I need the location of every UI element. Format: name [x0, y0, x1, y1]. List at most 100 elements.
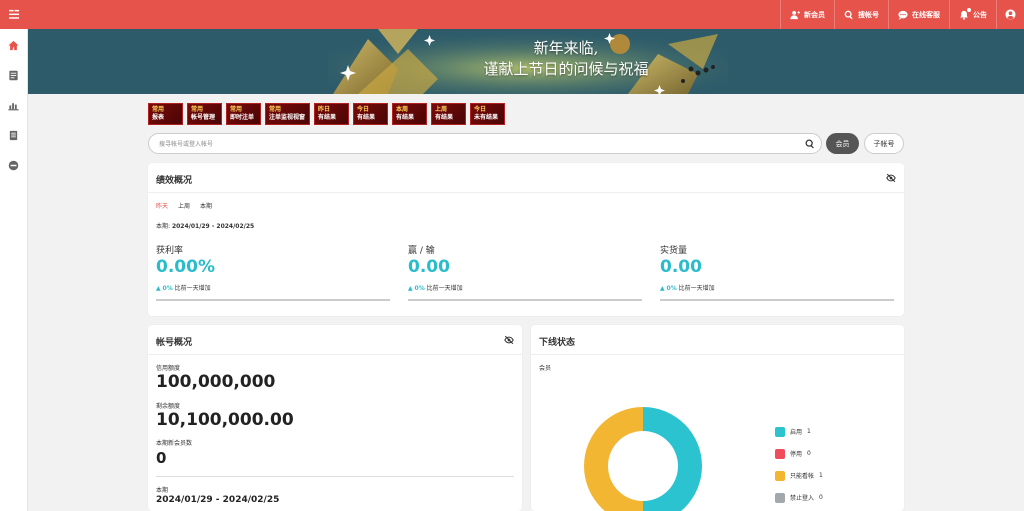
metric-progress-bar: [660, 299, 894, 301]
online-support-button[interactable]: 在线客服: [888, 0, 949, 29]
legend-swatch: [775, 492, 785, 503]
new-member-button[interactable]: 新会员: [780, 0, 834, 29]
performance-card-header: 绩效概况: [148, 163, 904, 193]
quick-button-report[interactable]: 常用 报表: [148, 103, 183, 125]
quick-button-today-settled[interactable]: 今日 有结果: [353, 103, 388, 125]
metric-change-text: 比前一天增加: [678, 285, 715, 292]
legend-item[interactable]: 停用 0: [775, 448, 823, 459]
downline-title: 下线状态: [539, 338, 576, 348]
legend-item[interactable]: 禁止登入 0: [775, 492, 823, 503]
downline-status-card: 下线状态 会员 启用 1 停用 0 只能看帐 1 禁止登入 0: [531, 325, 904, 511]
holiday-banner: 新年来临, 谨献上节日的问候与祝福: [28, 29, 1024, 94]
quick-button-live-bets[interactable]: 常用 即时注单: [226, 103, 261, 125]
period-label: 本期:: [156, 223, 171, 230]
legend-item[interactable]: 只能看帐 1: [775, 470, 823, 481]
account-divider: [156, 476, 514, 477]
chart-icon[interactable]: [8, 100, 19, 111]
new-members-value: 0: [156, 449, 167, 467]
account-period-label: 本期: [156, 487, 169, 494]
legend-label: 禁止登入: [790, 495, 815, 502]
quick-button-last-week-settled[interactable]: 上周 有结果: [431, 103, 466, 125]
metric-change-text: 比前一天增加: [174, 285, 211, 292]
legend-swatch: [775, 448, 785, 459]
tab-this-period[interactable]: 本期: [200, 201, 212, 210]
downline-card-header: 下线状态: [531, 325, 904, 355]
quick-button-tag: 昨日: [318, 106, 331, 113]
quick-button-tag: 常用: [191, 106, 204, 113]
account-period-range: 2024/01/29 - 2024/02/25: [156, 495, 280, 505]
legend-swatch: [775, 470, 785, 481]
legend-count: 1: [819, 472, 823, 479]
metric-profit-rate: 获利率 0.00% ▲ 0% 比前一天增加: [156, 243, 390, 301]
top-bar: 新会员 搜帐号 在线客服 公告: [0, 0, 1024, 29]
period-tabs: 昨天 上周 本期: [156, 201, 222, 210]
legend-count: 1: [807, 428, 811, 435]
remaining-balance-value: 10,100,000.00: [156, 410, 294, 430]
member-status-donut-chart: [584, 407, 702, 511]
announcement-button[interactable]: 公告: [949, 0, 996, 29]
quick-button-label: 注单监视视窗: [269, 114, 306, 121]
metric-progress-bar: [156, 299, 390, 301]
quick-button-label: 报表: [152, 114, 165, 121]
quick-button-label: 有结果: [396, 114, 415, 121]
remaining-balance-label: 剩余额度: [156, 403, 181, 410]
quick-access-bar: 常用 报表 常用 帐号管理 常用 即时注单 常用 注单监视视窗 昨日 有结果 今日 有结果 …: [148, 103, 509, 125]
quick-button-tag: 本周: [396, 106, 409, 113]
sub-account-toggle-button[interactable]: 子帐号: [864, 133, 904, 154]
quick-button-bet-monitor[interactable]: 常用 注单监视视窗: [265, 103, 310, 125]
account-card-header: 帐号概况: [148, 325, 522, 355]
metric-label: 赢 / 输: [408, 246, 435, 256]
metric-change-value: 0%: [162, 285, 173, 292]
search-icon[interactable]: [805, 139, 815, 149]
new-members-label: 本期新会员数: [156, 440, 193, 447]
tab-yesterday[interactable]: 昨天: [156, 201, 168, 210]
add-user-icon: [790, 10, 800, 19]
tab-last-week[interactable]: 上周: [178, 201, 190, 210]
metric-change: ▲ 0% 比前一天增加: [408, 283, 642, 292]
quick-button-label: 有结果: [435, 114, 454, 121]
quick-button-tag: 今日: [474, 106, 487, 113]
metric-win-loss: 赢 / 输 0.00 ▲ 0% 比前一天增加: [408, 243, 642, 301]
donut-slice-2[interactable]: [584, 407, 643, 511]
downline-member-label: 会员: [539, 365, 552, 372]
account-search-input[interactable]: [159, 138, 759, 150]
quick-button-this-week-settled[interactable]: 本周 有结果: [392, 103, 427, 125]
member-toggle-button[interactable]: 会员: [826, 133, 859, 154]
new-member-label: 新会员: [804, 10, 825, 19]
notification-dot: [967, 8, 971, 12]
quick-button-account-management[interactable]: 常用 帐号管理: [187, 103, 222, 125]
quick-button-tag: 上周: [435, 106, 448, 113]
credit-limit-label: 信用额度: [156, 365, 181, 372]
hide-eye-icon[interactable]: [886, 173, 896, 183]
quick-button-label: 有结果: [357, 114, 376, 121]
search-account-label: 搜帐号: [858, 10, 879, 19]
hide-eye-icon[interactable]: [504, 335, 514, 345]
chat-icon: [898, 10, 908, 20]
document-icon[interactable]: [8, 130, 19, 141]
metric-value: 0.00%: [156, 257, 215, 277]
quick-button-today-unsettled[interactable]: 今日 未有结果: [470, 103, 505, 125]
donut-legend: 启用 1 停用 0 只能看帐 1 禁止登入 0: [775, 426, 823, 511]
account-overview-card: 帐号概况 信用额度 100,000,000 剩余额度 10,100,000.00…: [148, 325, 522, 511]
metric-change-text: 比前一天增加: [426, 285, 463, 292]
banner-line-2: 谨献上节日的问候与祝福: [483, 60, 649, 78]
legend-label: 启用: [790, 429, 803, 436]
metric-change-value: 0%: [666, 285, 677, 292]
donut-slice-0[interactable]: [643, 407, 702, 511]
metric-label: 获利率: [156, 246, 184, 256]
legend-item[interactable]: 启用 1: [775, 426, 823, 437]
user-avatar-button[interactable]: [996, 0, 1024, 29]
quick-button-tag: 今日: [357, 106, 370, 113]
metric-progress-bar: [408, 299, 642, 301]
online-support-label: 在线客服: [912, 10, 940, 19]
legend-label: 停用: [790, 451, 803, 458]
performance-period: 本期: 2024/01/29 - 2024/02/25: [156, 221, 254, 230]
menu-toggle-icon[interactable]: [9, 9, 20, 20]
home-icon[interactable]: [8, 40, 19, 51]
report-icon[interactable]: [8, 70, 19, 81]
up-triangle-icon: ▲: [408, 285, 413, 292]
minus-circle-icon[interactable]: [8, 160, 19, 171]
quick-button-yesterday-settled[interactable]: 昨日 有结果: [314, 103, 349, 125]
sidebar: [0, 29, 28, 511]
search-account-button[interactable]: 搜帐号: [834, 0, 888, 29]
